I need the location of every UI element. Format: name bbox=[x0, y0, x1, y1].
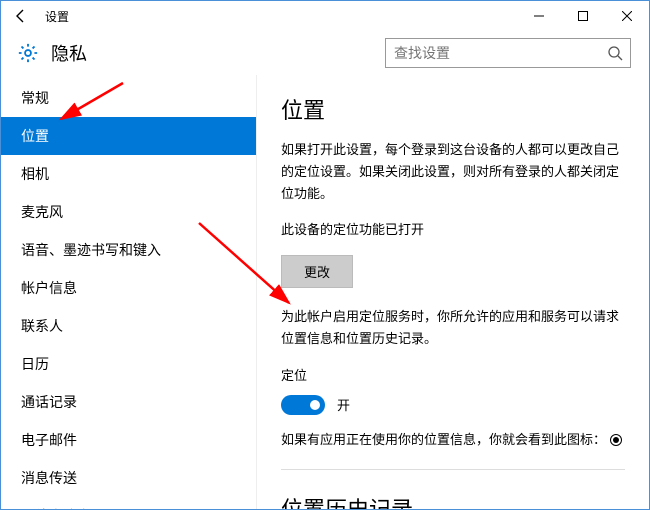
minimize-button[interactable] bbox=[517, 1, 561, 31]
change-button[interactable]: 更改 bbox=[281, 255, 353, 288]
in-use-description: 如果有应用正在使用你的位置信息，你就会看到此图标： bbox=[281, 429, 625, 451]
sidebar-item-7[interactable]: 日历 bbox=[1, 345, 256, 383]
gear-icon bbox=[15, 40, 41, 66]
page-title: 隐私 bbox=[51, 40, 87, 66]
sidebar-item-5[interactable]: 帐户信息 bbox=[1, 269, 256, 307]
search-icon[interactable] bbox=[600, 45, 630, 61]
section-title-history: 位置历史记录 bbox=[281, 492, 625, 509]
sidebar-item-4[interactable]: 语音、墨迹书写和键入 bbox=[1, 231, 256, 269]
toggle-state: 开 bbox=[337, 395, 350, 414]
sidebar-item-9[interactable]: 电子邮件 bbox=[1, 421, 256, 459]
sidebar-item-8[interactable]: 通话记录 bbox=[1, 383, 256, 421]
search-input[interactable] bbox=[386, 41, 600, 65]
sidebar-item-11[interactable]: 无线电收发器 bbox=[1, 497, 256, 509]
account-location-description: 为此帐户启用定位服务时，你所允许的应用和服务可以请求位置信息和位置历史记录。 bbox=[281, 306, 625, 350]
sidebar-item-2[interactable]: 相机 bbox=[1, 155, 256, 193]
divider bbox=[281, 469, 625, 470]
search-box[interactable] bbox=[385, 38, 631, 68]
section-title-location: 位置 bbox=[281, 93, 625, 125]
back-button[interactable] bbox=[1, 1, 41, 31]
sidebar-item-0[interactable]: 常规 bbox=[1, 79, 256, 117]
device-location-status: 此设备的定位功能已打开 bbox=[281, 219, 625, 241]
sidebar-item-3[interactable]: 麦克风 bbox=[1, 193, 256, 231]
sidebar-item-1[interactable]: 位置 bbox=[1, 117, 256, 155]
content-pane: 位置 如果打开此设置，每个登录到这台设备的人都可以更改自己的定位设置。如果关闭此… bbox=[257, 75, 649, 509]
window-title: 设置 bbox=[41, 8, 69, 25]
sidebar: 常规位置相机麦克风语音、墨迹书写和键入帐户信息联系人日历通话记录电子邮件消息传送… bbox=[1, 75, 257, 509]
location-indicator-icon bbox=[610, 434, 622, 446]
location-description: 如果打开此设置，每个登录到这台设备的人都可以更改自己的定位设置。如果关闭此设置，… bbox=[281, 139, 625, 205]
toggle-label: 定位 bbox=[281, 365, 625, 387]
maximize-button[interactable] bbox=[561, 1, 605, 31]
location-toggle[interactable] bbox=[281, 395, 325, 415]
close-button[interactable] bbox=[605, 1, 649, 31]
sidebar-item-6[interactable]: 联系人 bbox=[1, 307, 256, 345]
sidebar-item-10[interactable]: 消息传送 bbox=[1, 459, 256, 497]
